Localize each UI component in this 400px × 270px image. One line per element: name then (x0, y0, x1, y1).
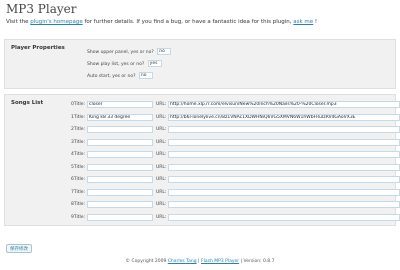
song-url-input[interactable] (168, 151, 400, 158)
song-title-input[interactable] (87, 213, 153, 221)
song-url-input[interactable]: http://home.xlp.rr.com/elvisun/New%20Inc… (168, 101, 400, 108)
song-url-input[interactable] (168, 213, 400, 221)
option-label-auto-start: Auto start, yes or no? (87, 74, 136, 79)
page-title: MP3 Player (6, 2, 77, 16)
option-row-play-list: Show play list, yes or no? yes (87, 60, 162, 68)
song-number: 8Title: (71, 202, 86, 207)
footer-version: | Version: 0.8.7 (239, 259, 275, 264)
song-title-input[interactable]: closer (87, 101, 153, 108)
song-url-label: URL: (156, 164, 167, 170)
song-url-label: URL: (156, 114, 167, 120)
player-properties-panel: Player Properties Show upper panel, yes … (4, 39, 396, 89)
song-title-input[interactable] (87, 201, 153, 208)
song-number: 4Title: (71, 152, 86, 157)
song-title-input[interactable] (87, 188, 153, 196)
footer: © Copyright 2009 Charles Tang | Flash MP… (0, 259, 400, 264)
song-url-input[interactable] (168, 188, 400, 196)
song-number: 1Title: (71, 114, 86, 120)
song-number: 9Title: (71, 214, 86, 220)
intro-prefix: Visit the (6, 19, 31, 25)
ask-me-link[interactable]: ask me (293, 19, 313, 25)
intro-suffix: ! (313, 19, 318, 25)
song-url-label: URL: (156, 127, 167, 132)
song-url-label: URL: (156, 102, 167, 107)
plugin-homepage-link[interactable]: plugin's homepage (30, 19, 82, 25)
song-url-input[interactable]: http://b6l-lonelylive.cn/8z1VNAc1XDWHNiQ… (168, 113, 400, 121)
song-url-input[interactable] (168, 176, 400, 183)
song-url-label: URL: (156, 189, 167, 195)
songs-list-panel: Songs List 0Title: closer URL: http://home.… (4, 94, 400, 226)
song-url-input[interactable] (168, 201, 400, 208)
song-url-label: URL: (156, 139, 167, 145)
auto-start-input[interactable]: no (138, 72, 153, 79)
player-properties-label: Player Properties (11, 45, 65, 51)
save-changes-button[interactable]: 保存修改 (6, 244, 32, 253)
option-row-upper-panel: Show upper panel, yes or no? no (87, 48, 172, 56)
upper-panel-input[interactable]: no (157, 48, 172, 55)
song-url-input[interactable] (168, 138, 400, 146)
song-url-label: URL: (156, 202, 167, 207)
song-url-label: URL: (156, 214, 167, 220)
song-title-input[interactable] (87, 176, 153, 183)
option-label-upper-panel: Show upper panel, yes or no? (87, 50, 154, 55)
song-title-input[interactable] (87, 126, 153, 133)
song-title-input[interactable] (87, 151, 153, 158)
option-label-play-list: Show play list, yes or no? (87, 62, 145, 67)
option-row-auto-start: Auto start, yes or no? no (87, 72, 153, 80)
song-url-input[interactable] (168, 126, 400, 133)
song-title-input[interactable] (87, 163, 153, 171)
song-number: 7Title: (71, 189, 86, 195)
play-list-input[interactable]: yes (147, 60, 162, 67)
song-url-input[interactable] (168, 163, 400, 171)
song-number: 0Title: (71, 102, 86, 107)
song-title-input[interactable]: King k8 33 degree (87, 113, 153, 121)
song-number: 6Title: (71, 177, 86, 182)
intro-text: Visit the plugin's homepage for further … (6, 19, 317, 25)
song-url-label: URL: (156, 152, 167, 157)
intro-middle: for further details. If you find a bug, … (82, 19, 294, 25)
song-number: 5Title: (71, 164, 86, 170)
songs-list-label: Songs List (11, 100, 44, 106)
song-url-label: URL: (156, 177, 167, 182)
plugin-link[interactable]: Flash MP3 Player (201, 259, 239, 264)
song-number: 2Title: (71, 127, 86, 132)
song-number: 3Title: (71, 139, 86, 145)
song-title-input[interactable] (87, 138, 153, 146)
author-link[interactable]: Charles Tang (168, 259, 197, 264)
footer-copyright: © Copyright 2009 (125, 259, 168, 264)
